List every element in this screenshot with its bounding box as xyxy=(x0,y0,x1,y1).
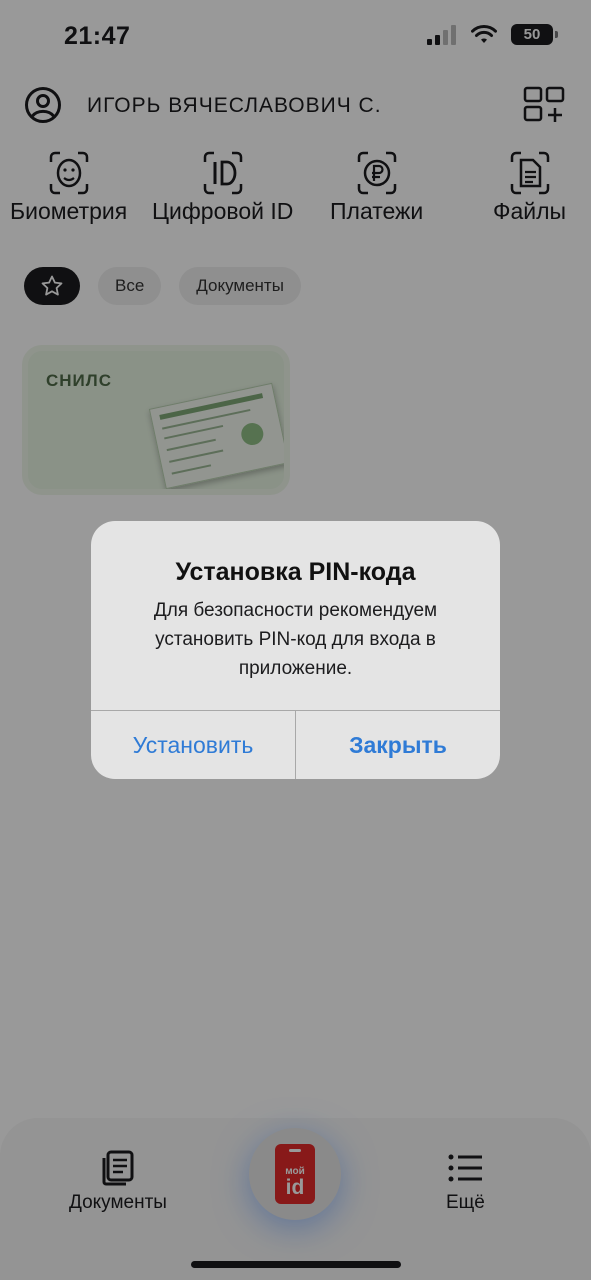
app-screen: 21:47 50 ИГОРЬ ВЯЧЕСЛАВОВИЧ С. Биометрия… xyxy=(0,0,591,1280)
alert-title: Установка PIN-кода xyxy=(175,558,416,586)
alert-message: Для безопасности рекомендуем установить … xyxy=(153,600,438,679)
pin-setup-alert: Установка PIN-кода Для безопасности реко… xyxy=(91,521,500,779)
set-pin-button[interactable]: Установить xyxy=(91,711,295,779)
close-button[interactable]: Закрыть xyxy=(296,711,500,779)
